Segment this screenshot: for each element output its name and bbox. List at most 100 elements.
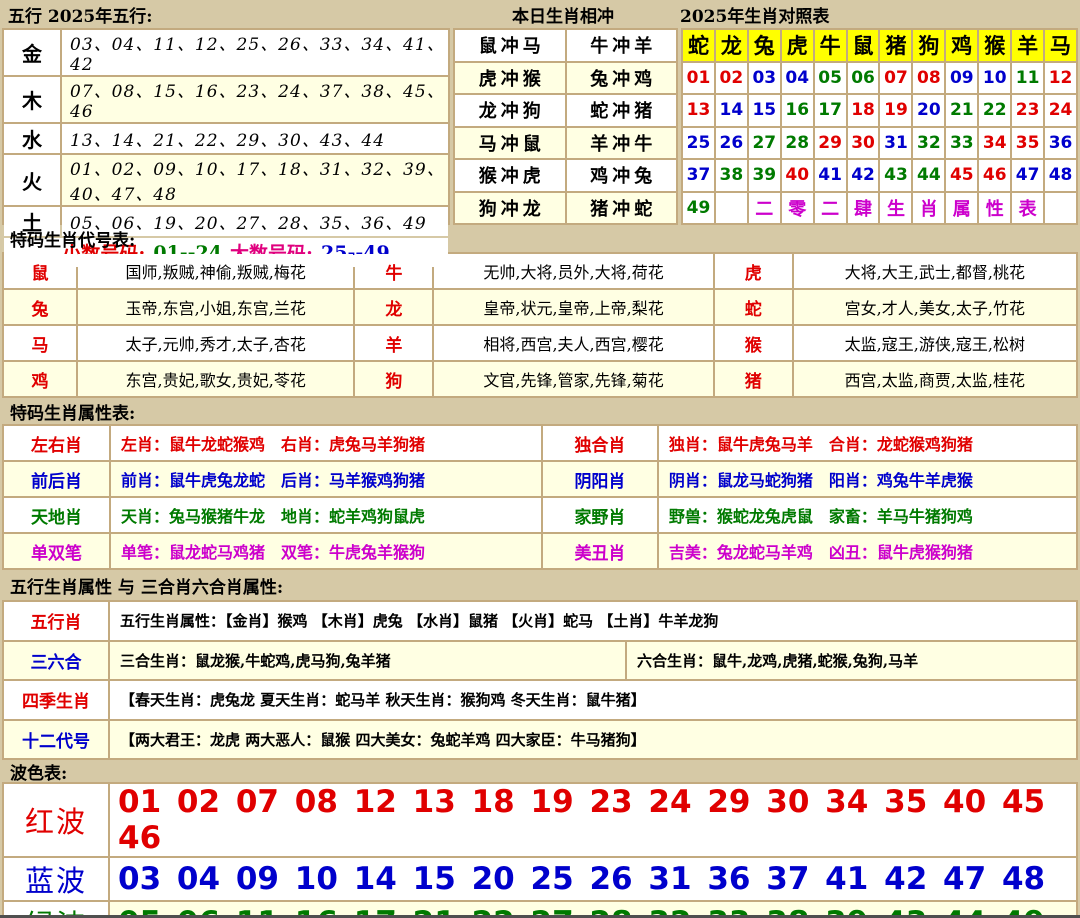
zodiac-number: 34 [979,128,1010,159]
zodiac-number: 30 [848,128,879,159]
zodiac-number: 10 [979,63,1010,94]
wave-row: 绿波05 06 11 16 17 21 22 27 28 32 33 38 39… [4,902,1076,918]
five-elements-title: 五行 2025年五行: [0,2,450,27]
combo-group-label: 四季生肖 [4,681,108,719]
code-animal-label: 鸡 [4,362,76,396]
code-animal-names: 太子,元帅,秀才,太子,杏花 [78,326,353,360]
zodiac-number: 43 [880,160,911,191]
clash-pair: 狗冲龙 [455,193,565,224]
combo-row: 三六合三合生肖：鼠龙猴,牛蛇鸡,虎马狗,兔羊猪六合生肖：鼠牛,龙鸡,虎猪,蛇猴,… [4,642,1076,680]
code-animal-names: 无帅,大将,员外,大将,荷花 [434,254,712,288]
zodiac-footer-char: 二 [749,193,780,224]
zodiac-footer-char: 零 [782,193,813,224]
wave-numbers: 01 02 07 08 12 13 18 19 23 24 29 30 34 3… [110,784,1076,856]
code-animal-label: 猴 [715,326,792,360]
zodiac-number: 07 [880,63,911,94]
attribute-group-label: 家野肖 [543,498,657,532]
zodiac-number: 39 [749,160,780,191]
zodiac-number: 32 [913,128,944,159]
zodiac-attributes-table: 左右肖左肖：鼠牛龙蛇猴鸡 右肖：虎兔马羊狗猪独合肖独肖：鼠牛虎兔马羊 合肖：龙蛇… [2,424,1078,570]
zodiac-number: 29 [815,128,846,159]
element-label: 水 [4,124,60,153]
zodiac-number: 25 [683,128,714,159]
code-animal-label: 虎 [715,254,792,288]
code-animal-label: 猪 [715,362,792,396]
zodiac-number: 04 [782,63,813,94]
zodiac-number: 46 [979,160,1010,191]
code-animal-label: 蛇 [715,290,792,324]
zodiac-number: 14 [716,95,747,126]
combos-table: 五行肖五行生肖属性：【金肖】猴鸡 【木肖】虎兔 【水肖】鼠猪 【火肖】蛇马 【土… [2,600,1078,760]
title-bar: 五行 2025年五行: 本日生肖相冲 2025年生肖对照表 [0,0,1080,28]
zodiac-header: 兔 [749,30,780,61]
wave-colors-table: 红波01 02 07 08 12 13 18 19 23 24 29 30 34… [2,782,1078,915]
zodiac-number: 27 [749,128,780,159]
code-animal-names: 皇帝,状元,皇帝,上帝,梨花 [434,290,712,324]
element-numbers: 13、14、21、22、29、30、43、44 [62,124,448,153]
code-animal-names: 东宫,贵妃,歌女,贵妃,苓花 [78,362,353,396]
zodiac-number: 01 [683,63,714,94]
code-animal-label: 狗 [355,362,432,396]
attribute-values: 前肖：鼠牛虎兔龙蛇 后肖：马羊猴鸡狗猪 [111,462,541,496]
zodiac-number: 18 [848,95,879,126]
clash-pair: 鼠冲马 [455,30,565,61]
clash-pair: 猴冲虎 [455,160,565,191]
zodiac-header: 狗 [913,30,944,61]
clash-pair: 猪冲蛇 [567,193,677,224]
element-numbers: 03、04、11、12、25、26、33、34、41、42 [62,30,448,75]
zodiac-header: 猴 [979,30,1010,61]
combo-row: 五行肖五行生肖属性：【金肖】猴鸡 【木肖】虎兔 【水肖】鼠猪 【火肖】蛇马 【土… [4,602,1076,640]
zodiac-number: 28 [782,128,813,159]
code-animal-names: 宫女,才人,美女,太子,竹花 [794,290,1076,324]
empty-cell [716,193,747,224]
combo-values: 【两大君王：龙虎 两大恶人：鼠猴 四大美女：兔蛇羊鸡 四大家臣：牛马猪狗】 [110,721,1076,759]
clash-pair: 鸡冲兔 [567,160,677,191]
five-elements-table: 金03、04、11、12、25、26、33、34、41、42木07、08、15、… [2,28,450,225]
zodiac-number: 03 [749,63,780,94]
attribute-group-label: 天地肖 [4,498,109,532]
waves-section-title: 波色表: [10,759,67,784]
zodiac-number: 19 [880,95,911,126]
zodiac-footer-char: 生 [880,193,911,224]
zodiac-number: 12 [1045,63,1076,94]
clash-title: 本日生肖相冲 [450,2,676,27]
zodiac-number: 16 [782,95,813,126]
clash-table: 鼠冲马牛冲羊虎冲猴兔冲鸡龙冲狗蛇冲猪马冲鼠羊冲牛猴冲虎鸡冲兔狗冲龙猪冲蛇 [453,28,678,225]
zodiac-number: 40 [782,160,813,191]
codes-section-title: 特码生肖代号表: [10,226,135,251]
clash-pair: 龙冲狗 [455,95,565,126]
zodiac-header: 蛇 [683,30,714,61]
zodiac-number: 48 [1045,160,1076,191]
zodiac-number: 42 [848,160,879,191]
combo-values: 六合生肖：鼠牛,龙鸡,虎猪,蛇猴,兔狗,马羊 [627,642,1076,680]
zodiac-number: 31 [880,128,911,159]
combo-group-label: 五行肖 [4,602,108,640]
attribute-group-label: 单双笔 [4,534,109,568]
combo-group-label: 十二代号 [4,721,108,759]
code-animal-label: 龙 [355,290,432,324]
code-animal-label: 兔 [4,290,76,324]
combo-row: 四季生肖【春天生肖：虎兔龙 夏天生肖：蛇马羊 秋天生肖：猴狗鸡 冬天生肖：鼠牛猪… [4,681,1076,719]
zodiac-number: 23 [1012,95,1043,126]
zodiac-header: 牛 [815,30,846,61]
attribute-group-label: 阴阳肖 [543,462,657,496]
zodiac-header: 鼠 [848,30,879,61]
attribute-values: 单笔：鼠龙蛇马鸡猪 双笔：牛虎兔羊猴狗 [111,534,541,568]
zodiac-number: 21 [946,95,977,126]
clash-pair: 虎冲猴 [455,63,565,94]
clash-pair: 马冲鼠 [455,128,565,159]
zodiac-header: 猪 [880,30,911,61]
zodiac-footer-char: 49 [683,193,714,224]
attrs-section-title: 特码生肖属性表: [10,399,135,424]
code-animal-names: 文官,先锋,管家,先锋,菊花 [434,362,712,396]
zodiac-footer-char: 属 [946,193,977,224]
code-animal-names: 国师,叛贼,神偷,叛贼,梅花 [78,254,353,288]
zodiac-number: 38 [716,160,747,191]
element-label: 木 [4,77,60,122]
zodiac-number: 35 [1012,128,1043,159]
clash-pair: 牛冲羊 [567,30,677,61]
zodiac-number: 06 [848,63,879,94]
zodiac-number: 13 [683,95,714,126]
code-animal-label: 鼠 [4,254,76,288]
zodiac-number: 36 [1045,128,1076,159]
